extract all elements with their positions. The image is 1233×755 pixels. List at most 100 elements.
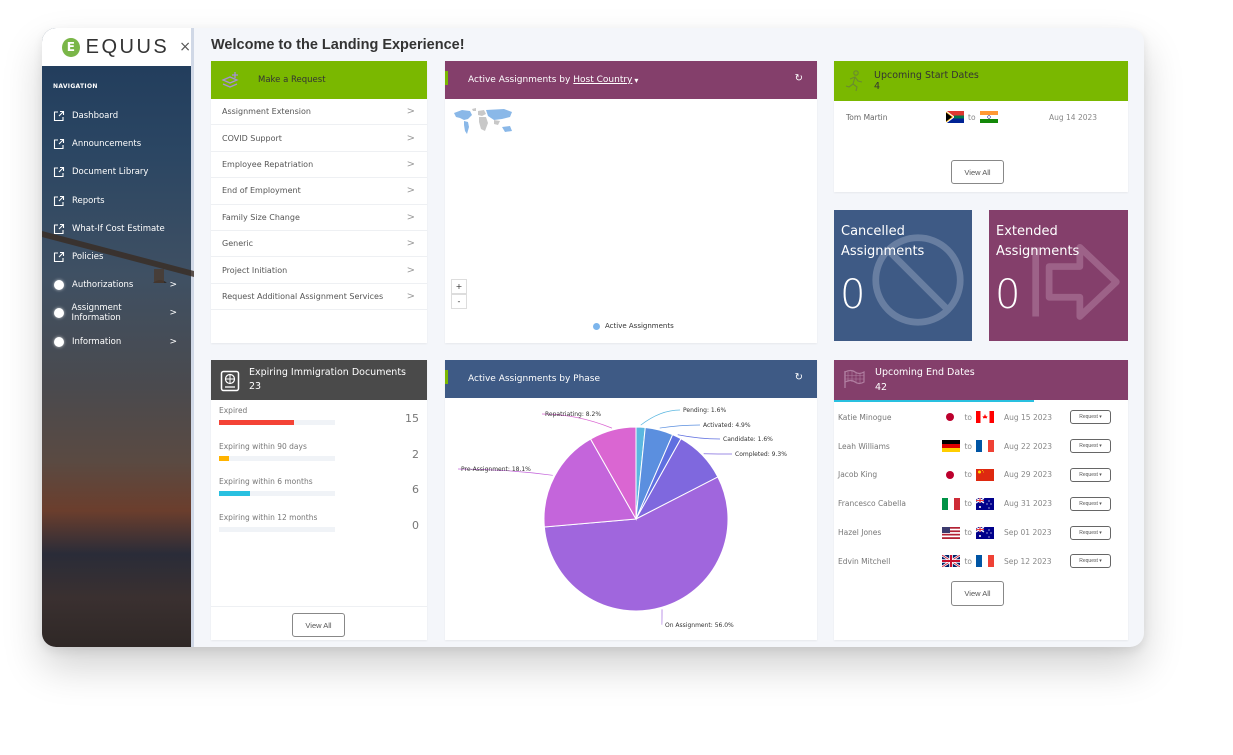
- route: to: [926, 440, 1004, 453]
- sidebar-item-what-if-cost-estimate[interactable]: What-If Cost Estimate: [42, 215, 191, 243]
- end-date-row: Jacob King to Aug 29 2023 Request ▾: [834, 461, 1128, 490]
- request-item-covid-support[interactable]: COVID Support >: [211, 125, 427, 152]
- sidebar-item-assignment-information[interactable]: Assignment Information >: [42, 299, 191, 327]
- caret-down-icon[interactable]: ▾: [634, 76, 638, 85]
- end-date-row: Hazel Jones to Sep 01 2023 Request ▾: [834, 518, 1128, 547]
- start-view-all-button[interactable]: View All: [951, 160, 1004, 184]
- page-title: Welcome to the Landing Experience!: [211, 37, 465, 53]
- end-dates-list: Katie Minogue to Aug 15 2023 Request ▾ Leah …: [834, 400, 1128, 576]
- expiring-label: Expiring within 12 months: [219, 512, 318, 522]
- external-link-icon: [53, 110, 65, 122]
- running-person-icon: [845, 70, 863, 92]
- flag-united-kingdom-icon: [942, 555, 961, 568]
- request-dropdown-button[interactable]: Request ▾: [1070, 554, 1111, 569]
- employee-name: Tom Martin: [846, 112, 888, 122]
- expiring-row[interactable]: Expiring within 6 months 6: [211, 471, 427, 507]
- start-dates-title: Upcoming Start Dates: [874, 70, 979, 81]
- upcoming-end-dates-card: Upcoming End Dates 42 Katie Minogue to Aug…: [834, 360, 1128, 640]
- end-date: Aug 31 2023: [1004, 499, 1053, 509]
- route-to-label: to: [964, 528, 972, 538]
- pie-data-label: Pending: 1.6%: [683, 407, 726, 414]
- expiring-row[interactable]: Expired 15: [211, 400, 427, 436]
- expiring-title: Expiring Immigration Documents: [249, 367, 407, 378]
- sidebar-item-label: Assignment Information: [71, 303, 122, 324]
- expiring-view-all-button[interactable]: View All: [292, 613, 345, 637]
- cancelled-assignments-tile[interactable]: Cancelled Assignments 0: [834, 210, 972, 341]
- end-date: Aug 29 2023: [1004, 470, 1053, 480]
- sidebar-item-information[interactable]: Information >: [42, 328, 191, 356]
- loading-progress-bar: [834, 400, 1034, 402]
- route-to-label: to: [964, 412, 972, 422]
- request-item-request-additional-assignment-services[interactable]: Request Additional Assignment Services >: [211, 284, 427, 311]
- expiring-row[interactable]: Expiring within 90 days 2: [211, 436, 427, 472]
- expiring-documents-card: Expiring Immigration Documents 23 Expire…: [211, 360, 427, 640]
- request-dropdown-button[interactable]: Request ▾: [1070, 467, 1111, 482]
- sidebar-item-policies[interactable]: Policies: [42, 243, 191, 271]
- expiring-progress-track: [219, 420, 335, 425]
- sidebar-item-label: Information: [72, 336, 122, 347]
- phase-card-header: Active Assignments by Phase ↻: [445, 360, 817, 398]
- expiring-label: Expiring within 90 days: [219, 441, 307, 451]
- expiring-count: 6: [412, 483, 419, 496]
- chevron-right-icon: >: [406, 290, 415, 302]
- close-sidebar-button[interactable]: ×: [179, 39, 191, 55]
- end-date-row: Francesco Cabella to Aug 31 2023 Request ▾: [834, 489, 1128, 518]
- pie-data-label: On Assignment: 56.0%: [665, 622, 734, 629]
- flag-japan-icon: [942, 411, 960, 423]
- zoom-in-button[interactable]: +: [451, 279, 467, 294]
- end-dates-count: 42: [875, 382, 888, 393]
- pie-data-label: Candidate: 1.6%: [723, 436, 773, 443]
- legend-dot-icon: [593, 322, 600, 330]
- request-item-end-of-employment[interactable]: End of Employment >: [211, 178, 427, 205]
- world-map[interactable]: [452, 107, 518, 139]
- end-dates-header: Upcoming End Dates 42: [834, 360, 1128, 400]
- end-date: Sep 01 2023: [1004, 528, 1052, 538]
- make-request-card: Make a Request Assignment Extension > COVI…: [211, 61, 427, 343]
- chevron-right-icon: >: [169, 308, 177, 319]
- request-item-generic[interactable]: Generic >: [211, 231, 427, 258]
- request-item-label: COVID Support: [222, 133, 282, 143]
- map-legend[interactable]: Active Assignments: [593, 322, 674, 330]
- expiring-count: 15: [405, 412, 419, 425]
- request-dropdown-button[interactable]: Request ▾: [1070, 439, 1111, 454]
- flag-australia-icon: [976, 526, 994, 539]
- sidebar-item-label: Reports: [72, 195, 105, 206]
- pie-connector: [677, 434, 721, 440]
- circle-icon: [53, 279, 65, 291]
- sidebar-item-announcements[interactable]: Announcements: [42, 130, 191, 158]
- route-to-label: to: [964, 470, 972, 480]
- host-country-dropdown[interactable]: Host Country: [573, 75, 632, 85]
- sidebar: E EQUUS × NAVIGATION Dashboard Announceme…: [42, 28, 194, 647]
- extended-assignments-tile[interactable]: Extended Assignments 0: [989, 210, 1128, 341]
- request-item-project-initiation[interactable]: Project Initiation >: [211, 257, 427, 284]
- sidebar-item-authorizations[interactable]: Authorizations >: [42, 271, 191, 299]
- request-item-employee-repatriation[interactable]: Employee Repatriation >: [211, 152, 427, 179]
- request-dropdown-button[interactable]: Request ▾: [1070, 525, 1111, 540]
- route: to: [926, 555, 1004, 568]
- request-item-label: Family Size Change: [222, 212, 300, 222]
- sidebar-item-document-library[interactable]: Document Library: [42, 158, 191, 186]
- circle-icon: [53, 307, 65, 319]
- expiring-row[interactable]: Expiring within 12 months 0: [211, 507, 427, 543]
- sidebar-item-label: What-If Cost Estimate: [72, 223, 165, 234]
- sidebar-item-label: Document Library: [72, 167, 149, 178]
- external-link-icon: [53, 195, 65, 207]
- refresh-icon[interactable]: ↻: [795, 73, 803, 84]
- start-date: Aug 14 2023: [1049, 112, 1098, 122]
- request-item-assignment-extension[interactable]: Assignment Extension >: [211, 99, 427, 126]
- end-view-all-button[interactable]: View All: [951, 581, 1004, 606]
- zoom-out-button[interactable]: -: [451, 294, 467, 309]
- nav-list: Dashboard Announcements Document Library Re…: [42, 102, 191, 356]
- employee-name: Hazel Jones: [838, 528, 882, 538]
- request-dropdown-button[interactable]: Request ▾: [1070, 410, 1111, 425]
- refresh-icon[interactable]: ↻: [795, 372, 803, 383]
- sidebar-item-reports[interactable]: Reports: [42, 187, 191, 215]
- request-item-family-size-change[interactable]: Family Size Change >: [211, 205, 427, 231]
- sidebar-item-dashboard[interactable]: Dashboard: [42, 102, 191, 130]
- end-date: Sep 12 2023: [1004, 556, 1052, 566]
- request-dropdown-button[interactable]: Request ▾: [1070, 496, 1111, 511]
- expiring-count: 0: [412, 518, 419, 532]
- expiring-progress-track: [219, 491, 335, 496]
- end-date-row: Katie Minogue to Aug 15 2023 Request ▾: [834, 403, 1128, 432]
- expiring-label: Expired: [219, 406, 248, 415]
